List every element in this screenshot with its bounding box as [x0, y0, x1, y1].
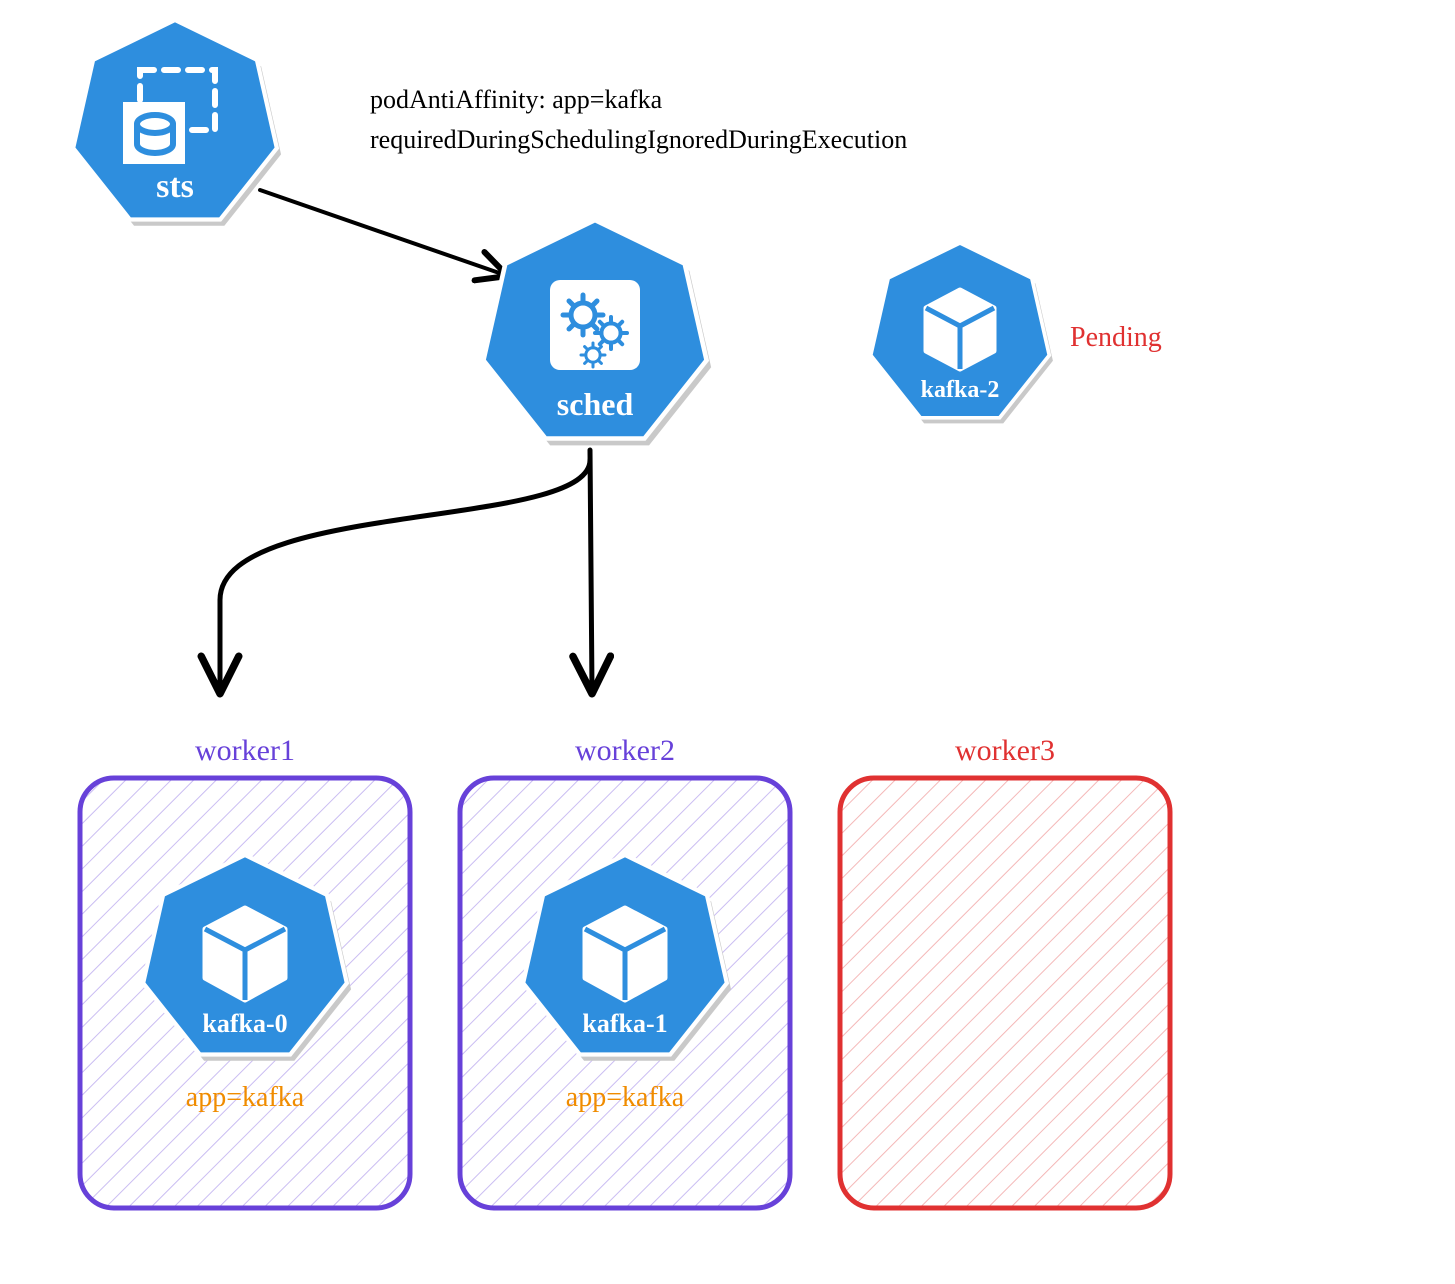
kafka-0-label: kafka-0: [202, 1009, 287, 1038]
worker2-label: worker2: [460, 734, 790, 768]
arrow-sched-to-worker2: [590, 450, 592, 690]
sts-label: sts: [156, 168, 194, 205]
sched-label: sched: [557, 386, 634, 422]
config-line-1: podAntiAffinity: app=kafka: [370, 80, 907, 120]
worker2-app-label: app=kafka: [460, 1082, 790, 1114]
kafka-1-label: kafka-1: [582, 1009, 667, 1038]
worker3-label: worker3: [840, 734, 1170, 768]
config-line-2: requiredDuringSchedulingIgnoredDuringExe…: [370, 120, 907, 160]
worker-box-3: [840, 778, 1170, 1208]
kafka-2-label: kafka-2: [921, 377, 1000, 403]
arrow-sts-to-sched: [260, 190, 505, 275]
worker1-app-label: app=kafka: [80, 1082, 410, 1114]
worker1-label: worker1: [80, 734, 410, 768]
pending-status: Pending: [1070, 322, 1162, 354]
kafka-2-pod-icon: kafka-2: [871, 243, 1053, 423]
arrow-sched-to-worker1: [220, 460, 590, 690]
config-text-block: podAntiAffinity: app=kafka requiredDurin…: [370, 80, 907, 161]
sts-icon: sts: [73, 20, 281, 226]
sched-icon: sched: [483, 220, 711, 445]
